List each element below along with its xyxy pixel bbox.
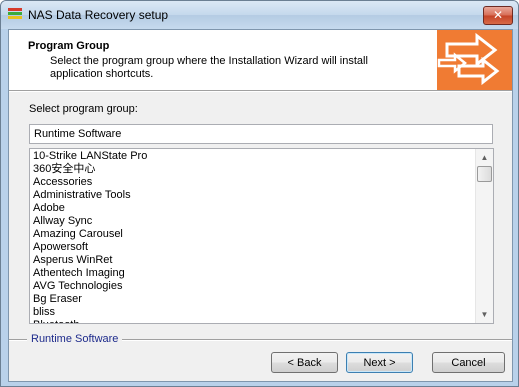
chevron-down-icon[interactable]: ▼ xyxy=(476,306,493,323)
setup-window: NAS Data Recovery setup ✕ Program Group … xyxy=(0,0,519,387)
program-group-input[interactable] xyxy=(29,124,493,144)
arrows-icon xyxy=(437,30,512,90)
list-item[interactable]: 10-Strike LANState Pro xyxy=(33,150,473,163)
list-item[interactable]: Adobe xyxy=(33,202,473,215)
list-item[interactable]: Allway Sync xyxy=(33,215,473,228)
list-item[interactable]: 360安全中心 xyxy=(33,163,473,176)
vertical-scrollbar[interactable]: ▲ ▼ xyxy=(475,149,493,323)
wizard-header: Program Group Select the program group w… xyxy=(9,30,512,90)
page-description: Select the program group where the Insta… xyxy=(50,55,368,80)
list-items-container: 10-Strike LANState Pro 360安全中心 Accessories… xyxy=(33,150,473,323)
select-group-label: Select program group: xyxy=(29,103,138,115)
title-bar[interactable]: NAS Data Recovery setup ✕ xyxy=(1,1,518,29)
list-item[interactable]: Apowersoft xyxy=(33,241,473,254)
back-button[interactable]: < Back xyxy=(271,352,338,373)
list-item[interactable]: Bg Eraser xyxy=(33,293,473,306)
list-item[interactable]: Bluetooth xyxy=(33,319,473,323)
close-button[interactable]: ✕ xyxy=(483,6,513,25)
header-divider xyxy=(9,90,512,92)
list-item[interactable]: Athentech Imaging xyxy=(33,267,473,280)
setup-app-icon xyxy=(8,8,22,22)
list-item[interactable]: Accessories xyxy=(33,176,473,189)
list-item[interactable]: Asperus WinRet xyxy=(33,254,473,267)
cancel-button[interactable]: Cancel xyxy=(432,352,505,373)
scroll-thumb[interactable] xyxy=(477,166,492,182)
list-item[interactable]: AVG Technologies xyxy=(33,280,473,293)
close-icon: ✕ xyxy=(492,8,504,22)
list-item[interactable]: bliss xyxy=(33,306,473,319)
program-group-list[interactable]: 10-Strike LANState Pro 360安全中心 Accessories… xyxy=(29,148,494,324)
list-item[interactable]: Administrative Tools xyxy=(33,189,473,202)
chevron-up-icon[interactable]: ▲ xyxy=(476,149,493,166)
window-title: NAS Data Recovery setup xyxy=(28,8,169,22)
page-title: Program Group xyxy=(28,40,110,52)
wizard-client-area: Program Group Select the program group w… xyxy=(8,29,513,382)
brand-label: Runtime Software xyxy=(27,333,123,345)
list-item[interactable]: Amazing Carousel xyxy=(33,228,473,241)
next-button[interactable]: Next > xyxy=(346,352,413,373)
